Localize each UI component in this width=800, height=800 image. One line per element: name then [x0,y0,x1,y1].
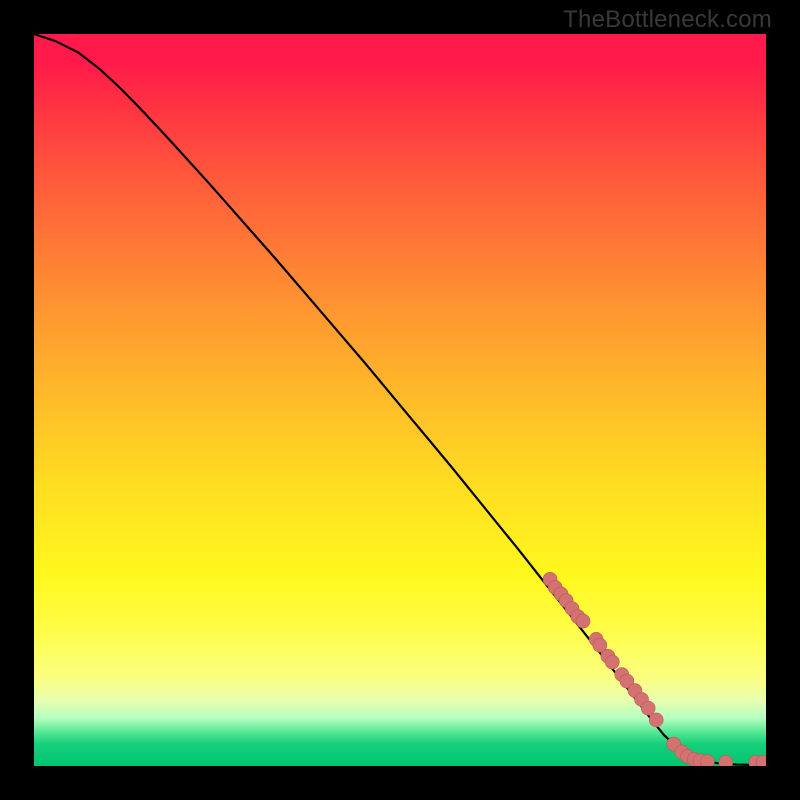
watermark-text: TheBottleneck.com [563,6,772,34]
chart-svg [34,34,766,766]
bottleneck-curve-path [34,34,766,765]
data-dot [605,655,619,669]
plot-area [34,34,766,766]
data-dot [576,614,590,628]
data-dot [649,713,663,727]
data-dot [700,755,714,766]
data-dots-group [543,572,766,766]
data-dot [719,755,733,766]
data-dot [641,701,655,715]
chart-frame: TheBottleneck.com [0,0,800,800]
